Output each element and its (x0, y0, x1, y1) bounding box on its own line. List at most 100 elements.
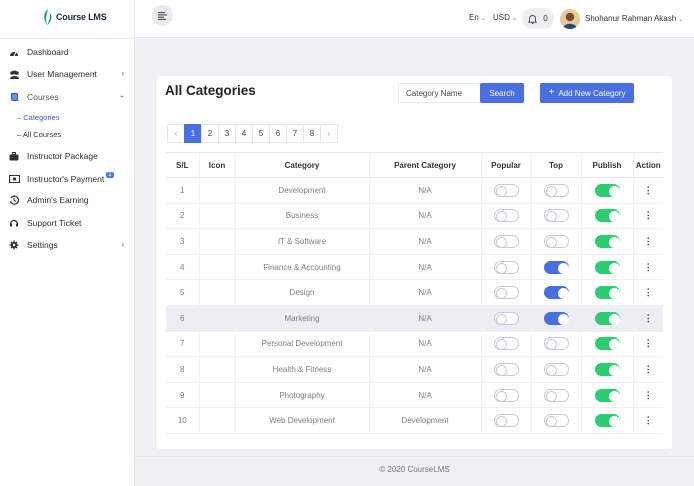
popular-toggle[interactable] (493, 414, 519, 428)
popular-toggle[interactable] (493, 311, 519, 325)
publish-toggle[interactable] (594, 362, 620, 376)
page-button-8[interactable]: 8 (303, 124, 321, 143)
top-toggle[interactable] (543, 183, 569, 197)
publish-toggle[interactable] (594, 260, 620, 274)
top-toggle[interactable] (543, 260, 569, 274)
publish-toggle[interactable] (594, 209, 620, 223)
page-button-5[interactable]: 5 (252, 124, 270, 143)
table-row: 6 Marketing N/A ⋮ (166, 305, 663, 332)
add-new-category-label: Add New Category (558, 88, 626, 98)
search-button[interactable]: Search (480, 83, 524, 103)
sidebar-item-instructors-payment[interactable]: Instructor's Payment 1 (0, 171, 135, 187)
publish-toggle[interactable] (594, 311, 620, 325)
sidebar-subitem-categories[interactable]: – Categories (17, 113, 60, 122)
page-button-7[interactable]: 7 (286, 124, 304, 143)
more-options-icon[interactable]: ⋮ (644, 236, 653, 246)
user-menu[interactable]: Shohanur Rahman Akash ⌄ (585, 14, 683, 23)
categories-table: S/L Icon Category Parent Category Popula… (166, 152, 663, 434)
page-button-2[interactable]: 2 (201, 124, 219, 143)
page-button-3[interactable]: 3 (218, 124, 236, 143)
payment-icon (8, 173, 20, 185)
row-serial: 3 (166, 228, 199, 255)
popular-cell (480, 305, 531, 332)
sidebar-item-label: Admin's Earning (27, 195, 89, 205)
popular-toggle[interactable] (493, 362, 519, 376)
column-header: Publish (580, 152, 633, 178)
more-options-icon[interactable]: ⋮ (644, 313, 653, 323)
popular-cell (480, 407, 531, 434)
top-toggle[interactable] (543, 362, 569, 376)
sidebar-item-dashboard[interactable]: Dashboard (0, 44, 135, 60)
row-icon-cell (198, 305, 235, 332)
row-parent-category: N/A (368, 382, 481, 409)
top-toggle[interactable] (543, 337, 569, 351)
sidebar-item-instructor-package[interactable]: Instructor Package (0, 148, 135, 164)
popular-toggle[interactable] (493, 388, 519, 402)
popular-toggle[interactable] (493, 209, 519, 223)
popular-toggle[interactable] (493, 183, 519, 197)
popular-toggle[interactable] (493, 260, 519, 274)
menu-toggle-button[interactable] (152, 5, 173, 26)
more-options-icon[interactable]: ⋮ (644, 210, 653, 220)
page-button-4[interactable]: 4 (235, 124, 253, 143)
popular-cell (480, 203, 531, 230)
more-options-icon[interactable]: ⋮ (644, 185, 653, 195)
publish-cell (580, 407, 633, 434)
more-options-icon[interactable]: ⋮ (644, 338, 653, 348)
currency-select[interactable]: USD ⌄ (493, 13, 517, 22)
more-options-icon[interactable]: ⋮ (644, 262, 653, 272)
currency-value: USD (493, 13, 510, 22)
publish-toggle[interactable] (594, 286, 620, 300)
language-select[interactable]: En ⌄ (469, 13, 486, 22)
more-options-icon[interactable]: ⋮ (644, 415, 653, 425)
notifications-button[interactable]: 0 (522, 8, 554, 29)
row-icon-cell (198, 177, 235, 204)
top-toggle[interactable] (543, 311, 569, 325)
top-toggle[interactable] (543, 388, 569, 402)
category-name-input[interactable] (398, 83, 482, 103)
column-header: S/L (166, 152, 199, 178)
add-new-category-button[interactable]: + Add New Category (540, 83, 634, 103)
pagination: ‹ 1 2 3 4 5 6 7 8 › (167, 124, 338, 143)
users-icon (8, 68, 20, 80)
more-options-icon[interactable]: ⋮ (644, 364, 653, 374)
page-button-6[interactable]: 6 (269, 124, 287, 143)
more-options-icon[interactable]: ⋮ (644, 287, 653, 297)
sidebar-item-settings[interactable]: Settings › (0, 237, 135, 253)
chevron-down-icon: ⌄ (678, 17, 684, 23)
publish-toggle[interactable] (594, 414, 620, 428)
table-body: 1 Development N/A ⋮ 2 Business N/A ⋮ 3 IT & Softw… (166, 177, 663, 434)
pagination-prev[interactable]: ‹ (167, 124, 185, 143)
row-parent-category: N/A (368, 254, 481, 281)
publish-toggle[interactable] (594, 388, 620, 402)
publish-cell (580, 228, 633, 255)
sidebar-divider (0, 38, 135, 39)
footer: © 2020 CourseLMS (135, 456, 694, 486)
row-action-cell: ⋮ (632, 331, 663, 358)
sidebar-subitem-all-courses[interactable]: – All Courses (17, 130, 61, 139)
page-button-1[interactable]: 1 (184, 124, 202, 143)
pagination-next[interactable]: › (320, 124, 338, 143)
avatar[interactable] (560, 9, 580, 29)
more-options-icon[interactable]: ⋮ (644, 390, 653, 400)
app-logo[interactable]: Course LMS (42, 8, 107, 26)
sidebar-item-admins-earning[interactable]: Admin's Earning (0, 192, 135, 208)
top-toggle[interactable] (543, 414, 569, 428)
popular-toggle[interactable] (493, 234, 519, 248)
plus-icon: + (548, 87, 555, 98)
row-parent-category: N/A (368, 305, 481, 332)
popular-toggle[interactable] (493, 337, 519, 351)
top-toggle[interactable] (543, 209, 569, 223)
table-row: 10 Web Development Development ⋮ (166, 407, 663, 434)
sidebar-item-courses[interactable]: Courses › (0, 89, 135, 105)
briefcase-icon (8, 150, 20, 162)
publish-toggle[interactable] (594, 337, 620, 351)
publish-cell (580, 382, 633, 409)
popular-toggle[interactable] (493, 286, 519, 300)
top-toggle[interactable] (543, 286, 569, 300)
publish-toggle[interactable] (594, 234, 620, 248)
publish-toggle[interactable] (594, 183, 620, 197)
sidebar-item-user-management[interactable]: User Management › (0, 66, 135, 82)
top-toggle[interactable] (543, 234, 569, 248)
sidebar-item-support-ticket[interactable]: Support Ticket (0, 215, 135, 231)
